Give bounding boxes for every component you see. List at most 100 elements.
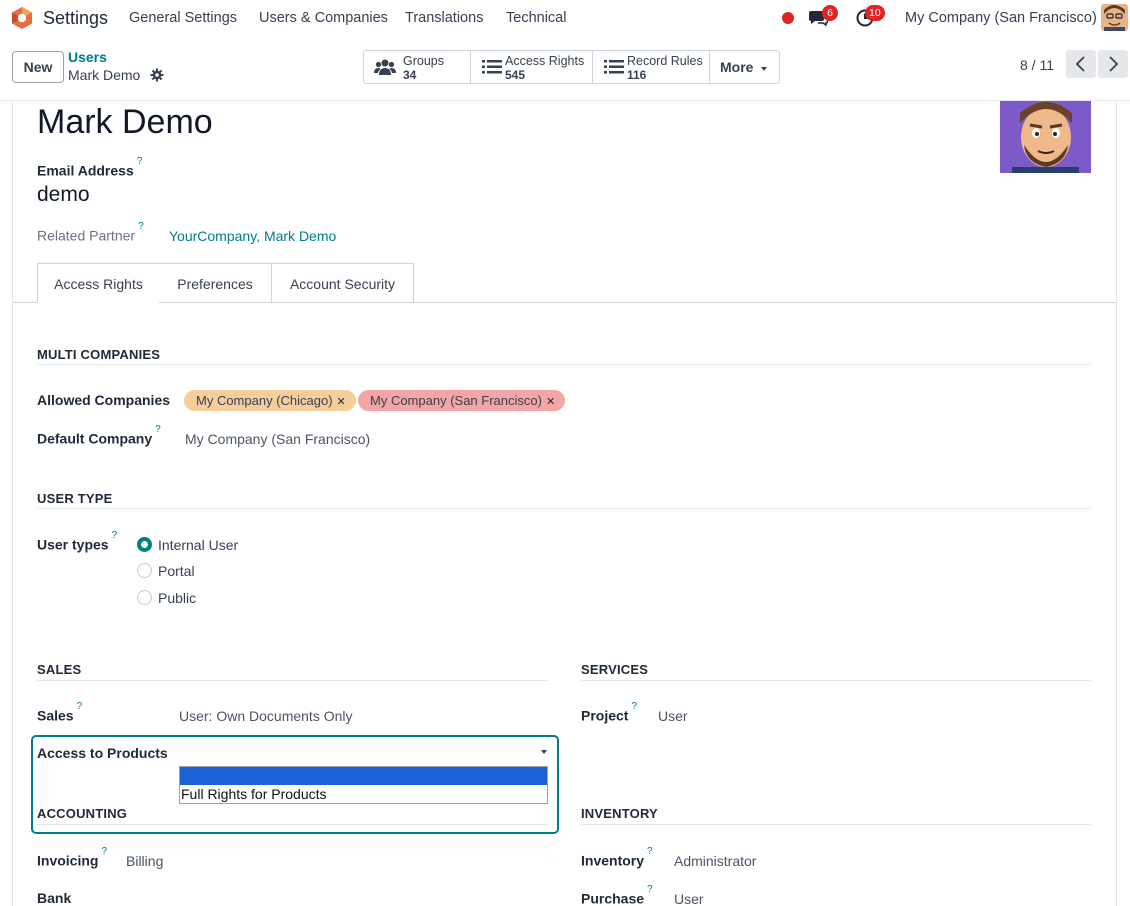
record-rules-smart-button[interactable]: Record Rules 116 <box>593 51 710 83</box>
company-tag-san-francisco-label: My Company (San Francisco) <box>370 393 542 408</box>
company-tag-chicago-label: My Company (Chicago) <box>196 393 333 408</box>
email-field[interactable]: demo <box>37 183 90 207</box>
user-name-title[interactable]: Mark Demo <box>37 103 213 142</box>
default-company-label-text: Default Company <box>37 430 153 447</box>
sales-label-text: Sales <box>37 707 74 724</box>
menu-translations[interactable]: Translations <box>405 10 483 26</box>
invoicing-field[interactable]: Billing <box>126 853 163 869</box>
access-rights-label: Access Rights <box>505 54 585 68</box>
tab-preferences[interactable]: Preferences <box>159 263 272 303</box>
user-types-label: User types? <box>37 530 117 553</box>
radio-portal-label[interactable]: Portal <box>158 563 195 579</box>
help-tooltip-icon[interactable]: ? <box>138 221 144 232</box>
list-icon <box>482 60 502 74</box>
project-label: Project? <box>581 701 637 724</box>
user-photo[interactable] <box>1000 101 1091 173</box>
menu-general-settings[interactable]: General Settings <box>129 10 237 26</box>
section-services-title: SERVICES <box>581 662 649 677</box>
related-partner-link[interactable]: YourCompany, Mark Demo <box>169 228 336 244</box>
inventory-label-text: Inventory <box>581 852 645 869</box>
company-tag-chicago[interactable]: My Company (Chicago) ✕ <box>184 390 356 411</box>
remove-tag-icon[interactable]: ✕ <box>546 396 555 408</box>
project-label-text: Project <box>581 707 629 724</box>
radio-public-label[interactable]: Public <box>158 590 196 606</box>
company-tag-san-francisco[interactable]: My Company (San Francisco) ✕ <box>358 390 566 411</box>
chevron-right-icon <box>1109 56 1119 72</box>
section-user-type-title: USER TYPE <box>37 491 113 506</box>
menu-users-companies[interactable]: Users & Companies <box>259 10 388 26</box>
invoicing-label: Invoicing? <box>37 846 107 869</box>
groups-label: Groups <box>403 54 444 68</box>
record-rules-count: 116 <box>627 68 647 82</box>
remove-tag-icon[interactable]: ✕ <box>337 396 346 408</box>
control-panel-divider <box>0 100 1130 101</box>
default-company-label: Default Company? <box>37 424 161 447</box>
odoo-logo-icon[interactable] <box>10 6 34 30</box>
help-tooltip-icon[interactable]: ? <box>77 701 83 712</box>
user-avatar[interactable] <box>1101 4 1128 31</box>
inventory-field[interactable]: Administrator <box>674 853 756 869</box>
gear-icon[interactable] <box>150 68 164 82</box>
top-navbar: Settings General Settings Users & Compan… <box>0 0 1130 36</box>
menu-technical[interactable]: Technical <box>506 10 566 26</box>
bank-label: Bank <box>37 890 72 906</box>
access-rights-smart-button[interactable]: Access Rights 545 <box>471 51 593 83</box>
new-button[interactable]: New <box>12 51 64 83</box>
list-icon <box>604 60 624 74</box>
chevron-left-icon <box>1075 56 1085 72</box>
radio-internal-user-label[interactable]: Internal User <box>158 537 238 553</box>
help-tooltip-icon[interactable]: ? <box>101 846 107 857</box>
pager-previous-button[interactable] <box>1066 50 1096 78</box>
sales-label: Sales? <box>37 701 82 724</box>
pager-value[interactable]: 8 / 11 <box>1020 57 1054 73</box>
select-caret-down-icon[interactable] <box>541 750 547 754</box>
smart-buttons-bar: Groups 34 Access Rights 545 Record Rules… <box>363 50 780 84</box>
section-divider <box>37 508 1091 509</box>
breadcrumb-current: Mark Demo <box>68 67 141 83</box>
purchase-field[interactable]: User <box>674 891 704 906</box>
section-divider <box>37 364 1091 365</box>
status-dot-icon[interactable] <box>782 12 794 24</box>
company-switcher[interactable]: My Company (San Francisco) <box>905 10 1097 26</box>
purchase-label-text: Purchase <box>581 890 645 906</box>
pager-next-button[interactable] <box>1098 50 1128 78</box>
section-multi-companies-title: MULTI COMPANIES <box>37 347 161 362</box>
avatar-face-icon <box>1101 4 1128 31</box>
more-dropdown-button[interactable]: More <box>710 51 779 83</box>
dropdown-option-empty[interactable] <box>180 767 547 785</box>
default-company-field[interactable]: My Company (San Francisco) <box>185 431 370 447</box>
app-name[interactable]: Settings <box>43 8 108 29</box>
purchase-label: Purchase? <box>581 884 653 906</box>
section-inventory-title: INVENTORY <box>581 806 658 821</box>
dropdown-option-full-rights[interactable]: Full Rights for Products <box>180 785 547 803</box>
messages-badge: 6 <box>822 5 838 21</box>
radio-public[interactable] <box>137 590 152 605</box>
sheet-border-left <box>12 101 13 906</box>
sales-field[interactable]: User: Own Documents Only <box>179 708 353 724</box>
related-partner-label-text: Related Partner <box>37 227 136 244</box>
breadcrumb-users-link[interactable]: Users <box>68 49 107 65</box>
groups-smart-button[interactable]: Groups 34 <box>364 51 471 83</box>
more-label: More <box>720 59 754 75</box>
help-tooltip-icon[interactable]: ? <box>631 701 637 712</box>
help-tooltip-icon[interactable]: ? <box>647 884 653 895</box>
section-divider <box>37 680 548 681</box>
radio-portal[interactable] <box>137 563 152 578</box>
user-types-label-text: User types <box>37 536 109 553</box>
tab-account-security[interactable]: Account Security <box>271 263 414 303</box>
record-rules-label: Record Rules <box>627 54 703 68</box>
tab-access-rights[interactable]: Access Rights <box>37 263 160 303</box>
radio-internal-user[interactable] <box>137 537 152 552</box>
inventory-label: Inventory? <box>581 846 653 869</box>
help-tooltip-icon[interactable]: ? <box>112 530 118 541</box>
project-field[interactable]: User <box>658 708 688 724</box>
users-icon <box>374 59 396 75</box>
access-to-products-dropdown: Full Rights for Products <box>179 766 548 804</box>
help-tooltip-icon[interactable]: ? <box>155 424 161 435</box>
section-sales-title: SALES <box>37 662 82 677</box>
help-tooltip-icon[interactable]: ? <box>137 156 143 167</box>
allowed-companies-label: Allowed Companies <box>37 392 171 408</box>
access-rights-count: 545 <box>505 68 526 82</box>
groups-count: 34 <box>403 68 417 82</box>
help-tooltip-icon[interactable]: ? <box>647 846 653 857</box>
